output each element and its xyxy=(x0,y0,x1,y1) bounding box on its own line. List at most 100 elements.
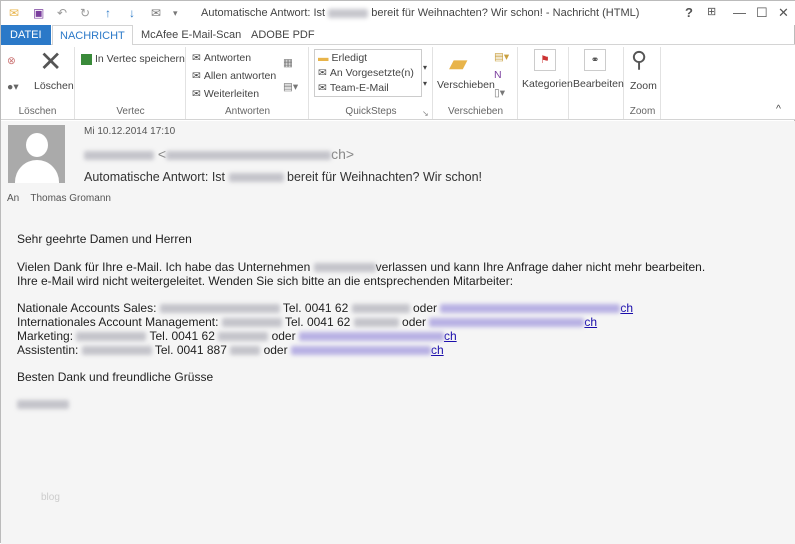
redacted xyxy=(218,332,269,342)
ribbon: ⊗ ●▾ ✕ Löschen Löschen In Vertec speiche… xyxy=(1,45,795,120)
tab-nachricht[interactable]: NACHRICHT xyxy=(52,25,133,46)
mail-icon: ✉ xyxy=(9,6,20,20)
contact-line: Nationale Accounts Sales: Tel. 0041 62 o… xyxy=(17,301,633,315)
meeting-icon[interactable]: ▦ xyxy=(283,57,293,69)
close-button[interactable]: ✕ xyxy=(778,5,789,21)
quickstep-erledigt[interactable]: ▬ Erledigt xyxy=(318,52,367,64)
label: Marketing: xyxy=(17,329,74,343)
sent-date: Mi 10.12.2014 17:10 xyxy=(84,126,176,137)
categories-button[interactable]: Kategorien xyxy=(522,78,573,90)
tab-mcafee[interactable]: McAfee E-Mail-Scan xyxy=(134,25,248,45)
junk-icon[interactable]: ●▾ xyxy=(7,81,19,93)
label: Assistentin: xyxy=(17,343,79,357)
save-icon[interactable]: ▣ xyxy=(33,6,44,20)
contact-line: Assistentin: Tel. 0041 887 oder ch xyxy=(17,343,444,357)
mail-forward-icon: ✉ xyxy=(318,67,327,80)
title-bar: ✉ ▣ ↶ ↻ ↑ ↓ ✉ ▾ Automatische Antwort: Is… xyxy=(1,1,795,25)
group-antworten: ✉ Antworten ✉ Allen antworten ✉ Weiterleite… xyxy=(187,47,309,119)
more-reply-icon[interactable]: ▤▾ xyxy=(283,81,298,93)
actions-icon[interactable]: ▯▾ xyxy=(494,87,505,99)
group-loeschen: ⊗ ●▾ ✕ Löschen Löschen xyxy=(1,45,75,119)
move-button[interactable]: Verschieben xyxy=(437,79,495,91)
binoculars-icon[interactable]: ⚭ xyxy=(584,49,606,71)
help-button[interactable]: ? xyxy=(685,5,693,20)
group-label: Vertec xyxy=(116,106,145,117)
folder-icon: ▬ xyxy=(318,52,329,65)
email-link[interactable]: ch xyxy=(290,343,444,357)
text: oder xyxy=(402,315,427,329)
undo-icon[interactable]: ↶ xyxy=(57,6,67,20)
quickstep-team-email[interactable]: ✉ Team-E-Mail xyxy=(318,82,389,94)
collapse-ribbon-icon[interactable]: ^ xyxy=(776,103,781,115)
quickstep-vorgesetzte[interactable]: ✉ An Vorgesetzte(n) xyxy=(318,67,414,79)
ribbon-display-icon[interactable]: ⊞ xyxy=(707,5,716,18)
group-tags: ⚑ Kategorien xyxy=(519,47,573,119)
reply-all-icon: ✉ xyxy=(192,70,201,83)
group-quicksteps: ▬ Erledigt ✉ An Vorgesetzte(n) ✉ Team-E-Mai… xyxy=(310,47,433,119)
text: Automatische Antwort: Ist xyxy=(84,170,226,184)
move-folder-icon[interactable]: ▰ xyxy=(449,49,467,78)
tab-datei[interactable]: DATEI xyxy=(1,25,51,45)
recipient[interactable]: Thomas Gromann xyxy=(30,193,111,204)
magnifier-icon[interactable]: ⚲ xyxy=(631,47,647,73)
tab-adobe-pdf[interactable]: ADOBE PDF xyxy=(244,25,322,45)
paragraph: Ihre e-Mail wird nicht weitergeleitet. W… xyxy=(17,274,514,288)
customize-chevron-icon[interactable]: ▾ xyxy=(173,8,178,19)
redacted xyxy=(353,318,399,328)
watermark: blog xyxy=(41,492,60,503)
label: In Vertec speichern xyxy=(95,53,185,65)
greeting: Sehr geehrte Damen und Herren xyxy=(17,232,192,246)
label: Erledigt xyxy=(331,52,368,64)
redacted xyxy=(76,332,147,342)
signature xyxy=(17,397,69,411)
delete-button[interactable]: Löschen xyxy=(34,80,74,92)
ribbon-tabs: DATEI NACHRICHT McAfee E-Mail-Scan ADOBE… xyxy=(1,25,795,46)
forward-button[interactable]: ✉ Weiterleiten xyxy=(192,88,259,100)
sender: < ch> xyxy=(84,146,354,162)
mail-icon: ✉ xyxy=(318,82,327,95)
redacted xyxy=(166,150,332,160)
maximize-button[interactable]: ☐ xyxy=(756,5,768,21)
reply-icon: ✉ xyxy=(192,52,201,65)
previous-icon[interactable]: ↑ xyxy=(105,6,111,20)
email-link[interactable]: ch xyxy=(298,329,457,343)
label: Allen antworten xyxy=(203,70,277,82)
delete-icon[interactable]: ✕ xyxy=(39,45,62,78)
text: oder xyxy=(271,329,296,343)
edit-button[interactable]: Bearbeiten xyxy=(573,78,624,90)
label: An Vorgesetzte(n) xyxy=(329,67,414,79)
reply-icon[interactable]: ✉ xyxy=(151,6,161,20)
next-icon[interactable]: ↓ xyxy=(129,6,135,20)
email-link[interactable]: ch xyxy=(429,315,597,329)
text: Vielen Dank für Ihre e-Mail. Ich habe da… xyxy=(17,260,311,274)
group-verschieben: ▰ Verschieben ▤▾ N ▯▾ Verschieben xyxy=(434,47,518,119)
redacted xyxy=(221,318,282,328)
quicksteps-scroll-down[interactable]: ▾ xyxy=(423,63,427,72)
label: Antworten xyxy=(203,52,252,64)
contact-line: Marketing: Tel. 0041 62 oder ch xyxy=(17,329,457,343)
closing: Besten Dank und freundliche Grüsse xyxy=(17,370,214,384)
email-link[interactable]: ch xyxy=(440,301,633,315)
text: oder xyxy=(263,343,288,357)
reply-all-button[interactable]: ✉ Allen antworten xyxy=(192,70,276,82)
redacted xyxy=(351,304,410,314)
minimize-button[interactable]: — xyxy=(733,5,746,20)
group-label: Zoom xyxy=(629,106,656,117)
zoom-button[interactable]: Zoom xyxy=(630,80,657,92)
redacted xyxy=(17,400,69,410)
flag-icon[interactable]: ⚑ xyxy=(534,49,556,71)
to-label: An xyxy=(7,193,20,204)
redacted xyxy=(313,263,376,273)
text: verlassen und kann Ihre Anfrage daher ni… xyxy=(375,260,706,274)
redo-icon[interactable]: ↻ xyxy=(80,6,90,20)
reply-button[interactable]: ✉ Antworten xyxy=(192,52,251,64)
rules-icon[interactable]: ▤▾ xyxy=(494,51,509,63)
quicksteps-expand[interactable]: ▾ xyxy=(423,79,427,88)
redacted xyxy=(159,304,280,314)
group-edit: ⚭ Bearbeiten xyxy=(570,47,624,119)
title-text: bereit für Weihnachten? Wir schon! - Nac… xyxy=(371,7,640,19)
phone: Tel. 0041 62 xyxy=(149,329,215,343)
onenote-icon[interactable]: N xyxy=(494,69,502,81)
vertec-save-button[interactable]: In Vertec speichern xyxy=(81,53,185,65)
ignore-icon[interactable]: ⊗ xyxy=(7,55,16,67)
